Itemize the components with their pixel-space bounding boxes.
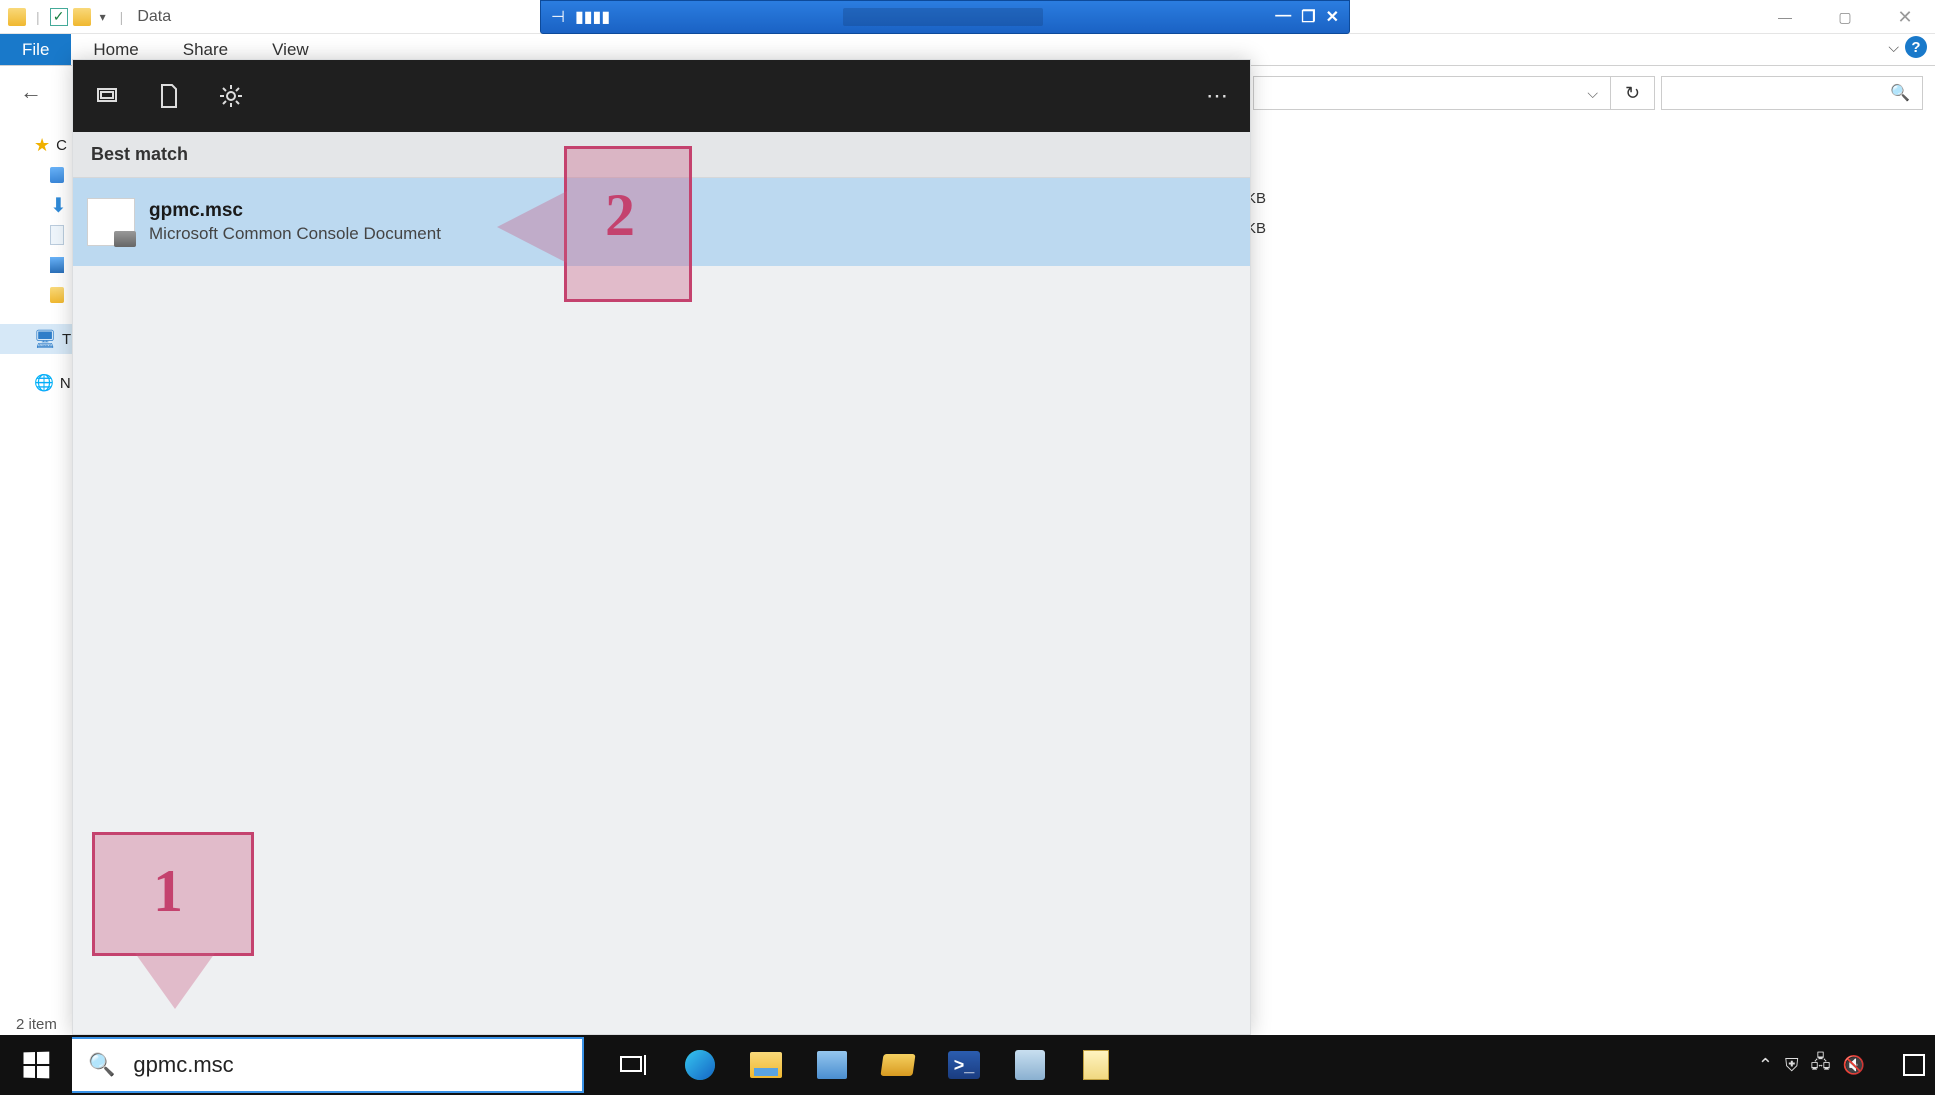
remote-close-button[interactable]: ✕: [1326, 7, 1339, 27]
task-view-button[interactable]: [612, 1043, 656, 1087]
taskbar-search-box[interactable]: 🔍: [72, 1037, 584, 1093]
sidebar-item[interactable]: [0, 250, 72, 280]
star-icon: ★: [34, 135, 50, 155]
label: C: [56, 137, 67, 154]
system-tray: ⌃ ⛨ 🖧 🔇: [1758, 1050, 1935, 1080]
network-tray-icon[interactable]: 🖧: [1811, 1050, 1831, 1080]
search-filter-bar: ⋯: [73, 60, 1250, 132]
remote-host-name: [843, 8, 1043, 26]
folder-icon: [50, 287, 64, 303]
checkmark-icon[interactable]: ✓: [50, 8, 68, 26]
this-pc[interactable]: 🖥T: [0, 324, 72, 354]
signal-icon: ▮▮▮▮: [575, 7, 610, 27]
more-options-icon[interactable]: ⋯: [1206, 83, 1230, 109]
app-icon[interactable]: [1008, 1043, 1052, 1087]
maximize-button[interactable]: ▢: [1815, 0, 1875, 34]
callout-arrow-2: 2: [564, 146, 692, 302]
result-text: gpmc.msc Microsoft Common Console Docume…: [149, 200, 441, 244]
pictures-icon: [50, 257, 64, 273]
msc-file-icon: [87, 198, 135, 246]
remote-bar-left: ⊣ ▮▮▮▮: [551, 7, 610, 27]
windows-logo-icon: [24, 1052, 50, 1079]
search-icon: 🔍: [88, 1052, 115, 1078]
titlebar-left: | ✓ ▾ | Data: [0, 8, 171, 26]
separator: |: [115, 9, 129, 25]
callout-number: 2: [605, 181, 635, 250]
volume-tray-icon[interactable]: 🔇: [1843, 1055, 1865, 1076]
remote-connection-bar[interactable]: ⊣ ▮▮▮▮ — ❐ ✕: [540, 0, 1350, 34]
action-center-icon[interactable]: [1903, 1054, 1925, 1076]
settings-filter-icon[interactable]: [217, 82, 245, 110]
refresh-button[interactable]: ↻: [1610, 77, 1654, 109]
quick-access[interactable]: ★C: [0, 130, 72, 160]
window-controls: — ▢ ✕: [1755, 0, 1935, 34]
explorer-search-box[interactable]: 🔍: [1661, 76, 1923, 110]
pc-icon: 🖥: [34, 329, 56, 349]
label: T: [62, 331, 71, 348]
notepad-app-icon[interactable]: [1074, 1043, 1118, 1087]
app-icon[interactable]: [810, 1043, 854, 1087]
pin-icon[interactable]: ⊣: [551, 7, 565, 27]
window-title: Data: [133, 8, 171, 26]
nav-pane: ★C ⬇ 🖥T 🌐N: [0, 130, 72, 1023]
folder-icon: [8, 8, 26, 26]
security-tray-icon[interactable]: ⛨: [1785, 1055, 1799, 1076]
ribbon-collapse-icon[interactable]: ⌵: [1888, 39, 1899, 56]
powershell-app-icon[interactable]: >_: [942, 1043, 986, 1087]
minimize-button[interactable]: —: [1755, 0, 1815, 34]
taskbar: 🔍 >_ ⌃ ⛨ 🖧 🔇: [0, 1035, 1935, 1095]
taskbar-apps: >_: [612, 1043, 1118, 1087]
apps-filter-icon[interactable]: [93, 82, 121, 110]
remote-minimize-button[interactable]: —: [1275, 7, 1291, 27]
folder-icon: [73, 8, 91, 26]
address-bar[interactable]: ⌵ ↻: [1253, 76, 1655, 110]
app-icon[interactable]: [876, 1043, 920, 1087]
file-explorer-app-icon[interactable]: [744, 1043, 788, 1087]
ribbon-right: ⌵ ?: [1888, 36, 1927, 58]
status-bar: 2 item: [0, 1011, 57, 1037]
quickaccess-dropdown[interactable]: ▾: [96, 10, 110, 24]
address-dropdown-icon[interactable]: ⌵: [1575, 85, 1610, 102]
edge-app-icon[interactable]: [678, 1043, 722, 1087]
tray-chevron-icon[interactable]: ⌃: [1758, 1055, 1773, 1076]
download-icon: ⬇: [50, 195, 67, 215]
remote-controls: — ❐ ✕: [1275, 7, 1339, 27]
result-name: gpmc.msc: [149, 200, 441, 222]
result-subtitle: Microsoft Common Console Document: [149, 224, 441, 244]
search-input[interactable]: [133, 1052, 582, 1078]
back-button[interactable]: ←: [10, 79, 52, 105]
sidebar-item[interactable]: [0, 280, 72, 310]
separator: |: [31, 9, 45, 25]
sidebar-item[interactable]: [0, 160, 72, 190]
network-icon: 🌐: [34, 373, 54, 393]
close-button[interactable]: ✕: [1875, 0, 1935, 34]
network[interactable]: 🌐N: [0, 368, 72, 398]
label: N: [60, 375, 71, 392]
sidebar-item[interactable]: ⬇: [0, 190, 72, 220]
search-icon: 🔍: [1878, 83, 1922, 103]
callout-arrow-1: 1: [92, 832, 254, 956]
start-button[interactable]: [0, 1035, 72, 1095]
help-button[interactable]: ?: [1905, 36, 1927, 58]
remote-restore-button[interactable]: ❐: [1301, 7, 1315, 27]
filter-icons: [93, 82, 245, 110]
file-tab[interactable]: File: [0, 34, 71, 65]
folder-icon: [50, 167, 64, 183]
callout-number: 1: [153, 857, 183, 926]
documents-filter-icon[interactable]: [155, 82, 183, 110]
sidebar-item[interactable]: [0, 220, 72, 250]
document-icon: [50, 225, 64, 245]
